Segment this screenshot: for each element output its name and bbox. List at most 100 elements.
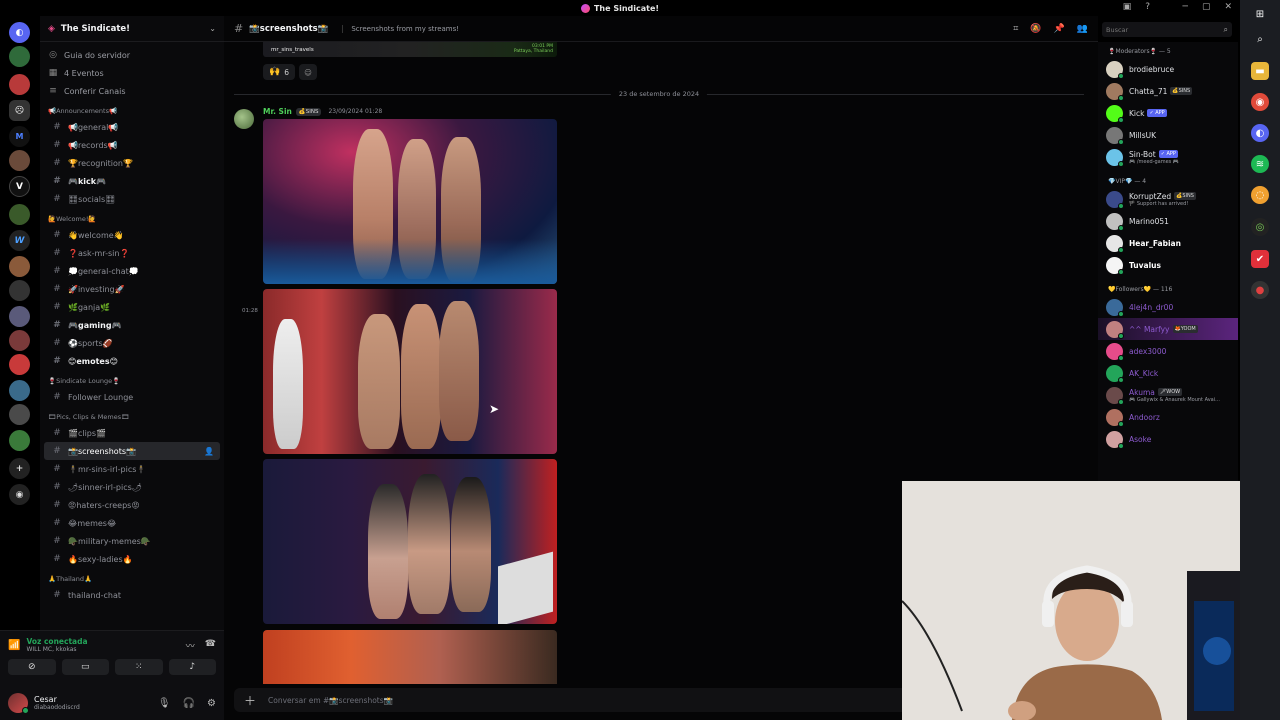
- server-icon[interactable]: [9, 330, 30, 351]
- member-item[interactable]: adex3000: [1098, 340, 1238, 362]
- channel-item[interactable]: # 😡haters-creeps😡: [44, 496, 220, 514]
- maximize-button[interactable]: ▢: [1202, 2, 1211, 12]
- discord-icon[interactable]: ◐: [1251, 124, 1269, 142]
- channel-item[interactable]: # 🕴mr-sins-irl-pics🕴: [44, 460, 220, 478]
- help-icon[interactable]: ?: [1145, 2, 1150, 12]
- server-icon[interactable]: [9, 256, 30, 277]
- channel-item[interactable]: # ⚽sports🏈: [44, 334, 220, 352]
- channel-item[interactable]: # 🎮gaming🎮: [44, 316, 220, 334]
- notification-mute-icon[interactable]: 🔕: [1030, 24, 1041, 34]
- member-item[interactable]: Marino051: [1098, 210, 1238, 232]
- headphones-icon[interactable]: 🎧: [183, 698, 195, 709]
- previous-image[interactable]: mr_sins_travels 03:01 PM Pattaya, Thaila…: [263, 42, 557, 57]
- member-item[interactable]: KorruptZed 💰SINS 🏴 Support has arrived!: [1098, 188, 1238, 210]
- server-icon[interactable]: [9, 280, 30, 301]
- nav-item[interactable]: ◎ Guia do servidor: [40, 46, 224, 64]
- reaction-button[interactable]: 🙌 6: [263, 64, 295, 80]
- activities-button[interactable]: ⁙: [115, 659, 163, 675]
- server-icon[interactable]: [9, 430, 30, 451]
- close-window-button[interactable]: ✕: [1224, 2, 1232, 12]
- channel-item[interactable]: # 🎮kick🎮: [44, 172, 220, 190]
- microphone-icon[interactable]: 🎙: [158, 698, 171, 709]
- category-welcome[interactable]: 🙋Welcome!🙋: [40, 208, 224, 226]
- channel-item[interactable]: # 😂memes😂: [44, 514, 220, 532]
- server-icon[interactable]: ☹: [9, 100, 30, 121]
- search-input[interactable]: [1106, 25, 1224, 34]
- spotify-icon[interactable]: ≋: [1251, 155, 1269, 173]
- message-image[interactable]: [263, 459, 557, 624]
- author-avatar[interactable]: [234, 109, 254, 129]
- file-explorer-icon[interactable]: ▬: [1251, 62, 1269, 80]
- channel-item[interactable]: # 📢records📢: [44, 136, 220, 154]
- channel-item[interactable]: # 💭general-chat💭: [44, 262, 220, 280]
- channel-item[interactable]: # 📢general📢: [44, 118, 220, 136]
- server-icon[interactable]: [9, 204, 30, 225]
- app-icon[interactable]: ◎: [1251, 218, 1269, 236]
- channel-item[interactable]: # 🚀investing🚀: [44, 280, 220, 298]
- member-item[interactable]: ^^ Marfyy 🦊YOOM: [1098, 318, 1238, 340]
- server-icon[interactable]: [9, 74, 30, 95]
- member-item[interactable]: Sin-Bot ✓ APP 🎮 /meed-games 🎮: [1098, 146, 1238, 168]
- server-icon[interactable]: [9, 150, 30, 171]
- channel-item[interactable]: # 🪖military-memes🪖: [44, 532, 220, 550]
- member-item[interactable]: Asoke: [1098, 428, 1238, 450]
- minimize-button[interactable]: ─: [1183, 2, 1188, 12]
- pin-icon[interactable]: 📌: [1054, 24, 1065, 34]
- message-image[interactable]: [263, 119, 557, 284]
- guild-header[interactable]: ◈ The Sindicate! ⌄: [40, 16, 224, 42]
- server-icon[interactable]: [9, 354, 30, 375]
- channel-item[interactable]: # 🎬clips🎬: [44, 424, 220, 442]
- member-item[interactable]: Tuvalus: [1098, 254, 1238, 276]
- channel-item[interactable]: # ❓ask-mr-sin❓: [44, 244, 220, 262]
- threads-icon[interactable]: ⌗: [1013, 24, 1018, 34]
- signal-icon[interactable]: 📶: [8, 640, 20, 651]
- gear-icon[interactable]: ⚙: [207, 698, 216, 709]
- server-icon[interactable]: [9, 46, 30, 67]
- channel-item[interactable]: # 🌶sinner-irl-pics🌶: [44, 478, 220, 496]
- start-icon[interactable]: ⊞: [1251, 5, 1269, 23]
- server-icon[interactable]: [9, 404, 30, 425]
- category-lounge[interactable]: 🍷Sindicate Lounge🍷: [40, 370, 224, 388]
- message-author[interactable]: Mr. Sin: [263, 107, 292, 116]
- noise-suppression-icon[interactable]: 〰: [186, 639, 195, 652]
- channel-item[interactable]: # 🏆recognition🏆: [44, 154, 220, 172]
- search-icon[interactable]: ⌕: [1251, 30, 1269, 48]
- member-item[interactable]: AK_Klck: [1098, 362, 1238, 384]
- search-box[interactable]: ⌕: [1102, 22, 1232, 37]
- category-pics[interactable]: 🎞Pics, Clips & Memes🎞: [40, 406, 224, 424]
- member-item[interactable]: Andoorz: [1098, 406, 1238, 428]
- channel-item[interactable]: # 🌿ganja🌿: [44, 298, 220, 316]
- server-icon[interactable]: W: [9, 230, 30, 251]
- member-item[interactable]: brodiebruce: [1098, 58, 1238, 80]
- inbox-icon[interactable]: ▣: [1123, 2, 1132, 12]
- message-image[interactable]: ➤: [263, 289, 557, 454]
- channel-item[interactable]: # 🎛socials🎛: [44, 190, 220, 208]
- home-icon[interactable]: ◐: [9, 22, 30, 43]
- soundboard-button[interactable]: ♪: [168, 659, 216, 675]
- obs-icon[interactable]: ●: [1251, 281, 1269, 299]
- server-icon[interactable]: [9, 380, 30, 401]
- add-server-icon[interactable]: +: [9, 458, 30, 479]
- attach-plus-icon[interactable]: ＋: [244, 692, 256, 709]
- invite-icon[interactable]: 👤: [204, 447, 214, 456]
- app-icon[interactable]: ◌: [1251, 186, 1269, 204]
- voice-status[interactable]: Voz conectada: [26, 637, 87, 646]
- screen-share-button[interactable]: ▭: [61, 659, 109, 675]
- channel-topic[interactable]: Screenshots from my streams!: [342, 24, 459, 33]
- member-item[interactable]: Akuma 🗡WOW 🎮 Gallywix & Anaurek Mount Avai…: [1098, 384, 1238, 406]
- server-icon[interactable]: V: [9, 176, 30, 197]
- avatar[interactable]: [8, 693, 29, 714]
- message-image[interactable]: [263, 630, 557, 684]
- camera-off-button[interactable]: ⊘: [8, 659, 56, 675]
- nav-item[interactable]: ≡ Conferir Canais: [40, 82, 224, 100]
- channel-item[interactable]: # Follower Lounge: [44, 388, 220, 406]
- app-icon[interactable]: ✔: [1251, 250, 1269, 268]
- nav-item[interactable]: ▦ 4 Eventos: [40, 64, 224, 82]
- channel-item[interactable]: # thailand-chat: [44, 586, 220, 604]
- member-list-icon[interactable]: 👥: [1077, 24, 1088, 34]
- channel-item[interactable]: # 📸screenshots📸 👤: [44, 442, 220, 460]
- server-icon[interactable]: [9, 306, 30, 327]
- disconnect-icon[interactable]: ☎: [205, 639, 216, 652]
- category-thailand[interactable]: 🙏Thailand🙏: [40, 568, 224, 586]
- add-reaction-button[interactable]: ☺: [299, 64, 317, 80]
